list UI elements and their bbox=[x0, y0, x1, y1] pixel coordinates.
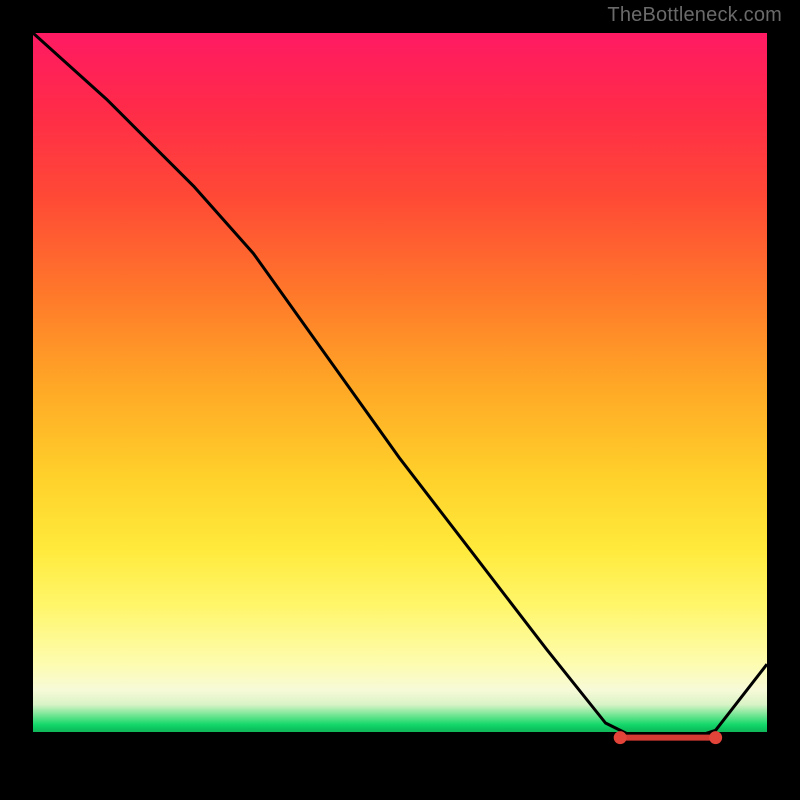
bottleneck-curve bbox=[33, 33, 767, 738]
optimum-marker-left bbox=[614, 732, 626, 744]
plot-area bbox=[33, 33, 767, 767]
optimum-marker-right bbox=[710, 732, 722, 744]
watermark-label: TheBottleneck.com bbox=[607, 4, 782, 27]
chart-stage: TheBottleneck.com bbox=[0, 0, 800, 800]
chart-svg bbox=[33, 33, 767, 767]
